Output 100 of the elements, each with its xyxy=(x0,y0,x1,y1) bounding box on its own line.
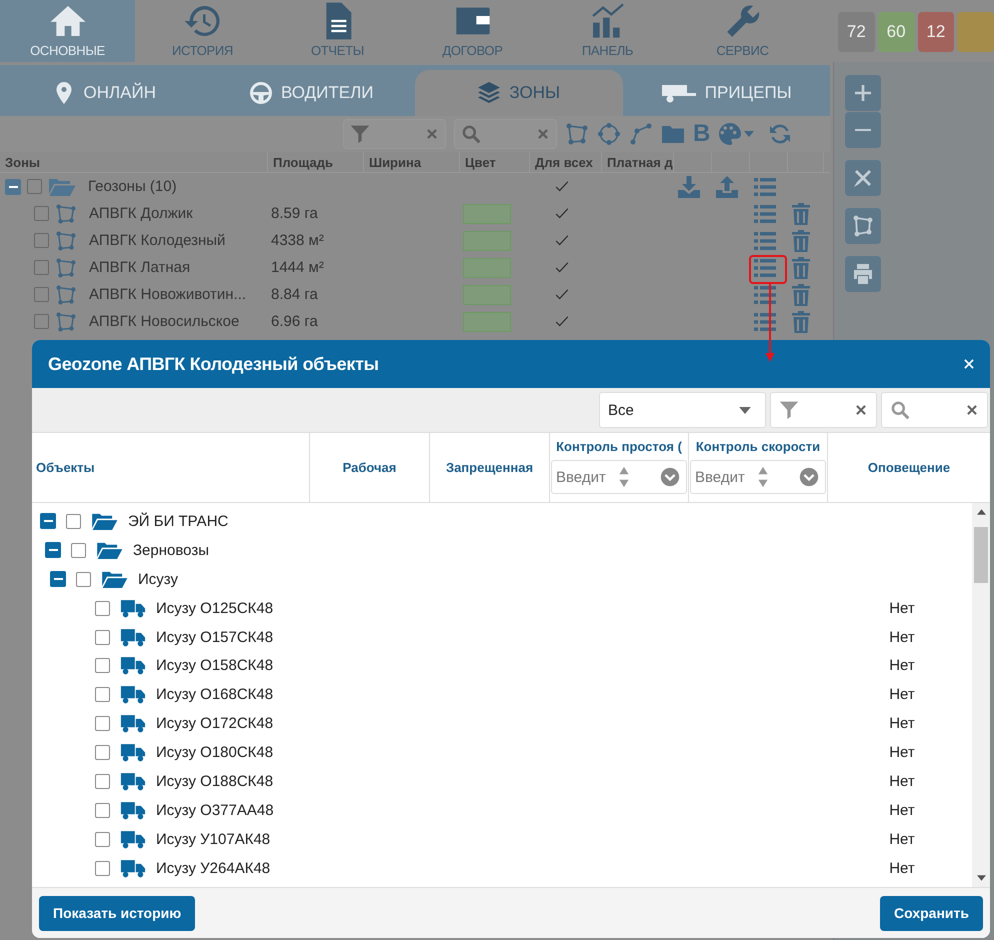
group-name[interactable]: Исузу xyxy=(138,570,178,588)
palette-icon[interactable] xyxy=(718,122,742,146)
group-name[interactable]: Зерновозы xyxy=(133,542,210,559)
group-name[interactable]: ЭЙ БИ ТРАНС xyxy=(128,512,228,530)
counter-badge[interactable]: 12 xyxy=(918,12,954,52)
number-field[interactable]: Введит xyxy=(551,460,687,494)
zone-name[interactable]: АПВГК Латная xyxy=(89,259,190,276)
color-swatch[interactable] xyxy=(463,204,511,224)
trash-icon[interactable] xyxy=(791,282,811,306)
trash-icon[interactable] xyxy=(791,228,811,252)
checkbox[interactable] xyxy=(34,260,49,275)
collapse-button[interactable] xyxy=(45,542,61,558)
ruler-pencil-button[interactable] xyxy=(845,160,881,196)
zone-name[interactable]: АПВГК Колодезный xyxy=(89,232,226,249)
search-field[interactable] xyxy=(454,119,557,149)
caret-down-icon[interactable] xyxy=(744,131,754,137)
vehicle-name[interactable]: Исузу О172СК48 xyxy=(156,715,274,732)
polyline-tool-icon[interactable] xyxy=(629,122,653,146)
trash-icon[interactable] xyxy=(791,202,811,226)
checkbox[interactable] xyxy=(66,514,81,529)
column-header[interactable]: Контроль скорости xyxy=(696,439,820,454)
checkbox[interactable] xyxy=(34,233,49,248)
vehicle-name[interactable]: Исузу О125СК48 xyxy=(156,600,274,617)
circle-tool-icon[interactable] xyxy=(597,122,621,146)
nav-tab[interactable]: СЕРВИС xyxy=(675,0,810,62)
checkbox[interactable] xyxy=(95,802,110,818)
column-header[interactable]: Объекты xyxy=(36,460,95,475)
color-swatch[interactable] xyxy=(463,258,511,278)
collapse-button[interactable] xyxy=(5,178,21,194)
checkbox[interactable] xyxy=(95,745,110,760)
nav-tab[interactable]: ИСТОРИЯ xyxy=(135,0,270,62)
column-header[interactable]: Рабочая xyxy=(342,460,396,475)
column-header[interactable]: Цвет xyxy=(460,152,530,172)
checkbox[interactable] xyxy=(95,716,110,732)
zone-name[interactable]: АПВГК Новосильское xyxy=(89,313,240,330)
polygon-tool-icon[interactable] xyxy=(565,122,589,146)
column-header[interactable]: Площадь xyxy=(268,152,364,172)
zoom-out-button[interactable] xyxy=(845,112,881,148)
vehicle-name[interactable]: Исузу О188СК48 xyxy=(156,772,274,790)
color-swatch[interactable] xyxy=(463,284,511,304)
vehicle-name[interactable]: Исузу О180СК48 xyxy=(156,744,274,762)
scrollbar[interactable] xyxy=(972,503,990,887)
counter-badge[interactable]: 72 xyxy=(838,12,875,52)
refresh-icon[interactable] xyxy=(768,122,792,146)
checkbox[interactable] xyxy=(76,572,91,587)
clear-icon[interactable] xyxy=(854,403,868,417)
save-button[interactable]: Сохранить xyxy=(880,896,983,930)
column-header[interactable]: Ширина xyxy=(364,152,460,172)
collapse-button[interactable] xyxy=(40,513,56,530)
vehicle-name[interactable]: Исузу У107АК48 xyxy=(156,830,270,848)
counter-badge[interactable]: 60 xyxy=(878,12,914,52)
nav-tab[interactable]: ПАНЕЛЬ xyxy=(540,0,675,62)
column-header[interactable]: Оповещение xyxy=(868,460,950,475)
zone-name[interactable]: АПВГК Должик xyxy=(89,205,193,222)
vehicle-name[interactable]: Исузу У264АК48 xyxy=(156,860,270,877)
checkbox[interactable] xyxy=(34,314,49,329)
bold-button[interactable]: B xyxy=(693,120,710,148)
vehicle-name[interactable]: Исузу О158СК48 xyxy=(156,657,274,674)
vehicle-name[interactable]: Исузу О377АА48 xyxy=(156,802,274,819)
trash-icon[interactable] xyxy=(791,256,811,280)
color-swatch[interactable] xyxy=(463,312,511,332)
vehicle-name[interactable]: Исузу О168СК48 xyxy=(156,686,274,704)
vehicle-name[interactable]: Исузу О157СК48 xyxy=(156,628,274,646)
print-button[interactable] xyxy=(845,256,881,292)
column-header[interactable]: Зоны xyxy=(0,152,268,172)
polygon-button[interactable] xyxy=(845,208,881,244)
clear-icon[interactable] xyxy=(965,403,979,417)
nav-tab[interactable]: ДОГОВОР xyxy=(405,0,540,62)
trash-icon[interactable] xyxy=(791,310,811,334)
color-swatch[interactable] xyxy=(463,230,511,250)
column-header[interactable]: Платная д xyxy=(602,152,674,172)
nav-tab[interactable]: ОСНОВНЫЕ xyxy=(0,0,135,62)
history-button[interactable]: Показать историю xyxy=(39,896,196,930)
zone-name[interactable]: АПВГК Новоживотин... xyxy=(89,286,246,303)
counter-badge[interactable] xyxy=(957,12,994,52)
column-header[interactable]: Запрещенная xyxy=(446,460,534,475)
checkbox[interactable] xyxy=(34,206,49,221)
nav-tab[interactable]: ОТЧЕТЫ xyxy=(270,0,405,62)
tab[interactable]: ПРИЦЕПЫ xyxy=(622,70,830,116)
number-field[interactable]: Введит xyxy=(690,460,826,494)
checkbox[interactable] xyxy=(27,179,42,194)
tab[interactable]: ОНЛАЙН xyxy=(0,70,208,116)
checkbox[interactable] xyxy=(95,630,110,644)
group-name[interactable]: Геозоны (10) xyxy=(88,178,177,195)
number-input[interactable]: Введит xyxy=(556,468,612,486)
tab[interactable]: ЗОНЫ xyxy=(415,70,622,116)
checkbox[interactable] xyxy=(95,600,110,616)
checkbox[interactable] xyxy=(34,287,49,302)
column-header[interactable]: Контроль простоя ( xyxy=(556,439,682,454)
checkbox[interactable] xyxy=(71,542,86,558)
upload-icon[interactable] xyxy=(715,174,739,198)
checkbox[interactable] xyxy=(95,832,110,847)
filter-dropdown[interactable]: Все xyxy=(599,392,766,428)
scroll-thumb[interactable] xyxy=(974,527,988,583)
scroll-down-icon[interactable] xyxy=(976,875,986,881)
checkbox[interactable] xyxy=(95,774,110,789)
download-icon[interactable] xyxy=(677,174,701,198)
checkbox[interactable] xyxy=(95,687,110,702)
tab[interactable]: ВОДИТЕЛИ xyxy=(208,70,415,116)
collapse-button[interactable] xyxy=(50,571,66,588)
